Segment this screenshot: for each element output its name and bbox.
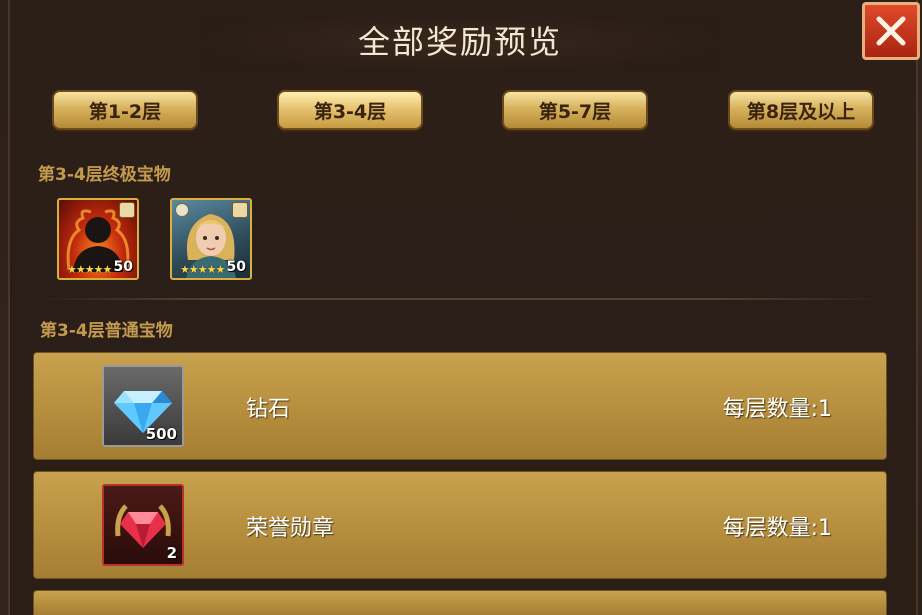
- tab-floor-3-4[interactable]: 第3-4层: [277, 90, 423, 130]
- item-count-per-floor: 每层数量:1: [722, 397, 832, 422]
- item-icon-box[interactable]: 500: [102, 365, 184, 447]
- reward-row-honor-medal: 2 荣誉勋章 每层数量:1: [33, 471, 887, 579]
- item-count-per-floor: 每层数量:1: [722, 516, 832, 541]
- hero-level: 50: [113, 259, 133, 275]
- item-icon-box[interactable]: 2: [102, 484, 184, 566]
- item-name: 荣誉勋章: [246, 516, 335, 541]
- ultimate-treasure-label: 第3-4层终极宝物: [38, 165, 171, 185]
- item-quantity: 500: [145, 425, 177, 443]
- close-icon: [876, 16, 906, 46]
- tab-floor-8-plus[interactable]: 第8层及以上: [728, 90, 874, 130]
- item-name: 钻石: [246, 397, 291, 422]
- star-rating: ★★★★★: [67, 263, 112, 276]
- star-rating: ★★★★★: [180, 263, 225, 276]
- puzzle-piece-icon: [119, 202, 135, 218]
- section-divider: [40, 298, 882, 300]
- reward-row-diamond: 500 钻石 每层数量:1: [33, 352, 887, 460]
- crown-badge-icon: [175, 203, 189, 217]
- hero-card-silhouette[interactable]: ★★★★★ 50: [57, 198, 139, 280]
- page-title: 全部奖励预览: [200, 10, 720, 74]
- reward-row-partial: [33, 590, 887, 615]
- tab-floor-1-2[interactable]: 第1-2层: [52, 90, 198, 130]
- hero-level: 50: [226, 259, 246, 275]
- tab-floor-5-7[interactable]: 第5-7层: [502, 90, 648, 130]
- item-quantity: 2: [166, 544, 177, 562]
- floor-tabs: 第1-2层 第3-4层 第5-7层 第8层及以上: [0, 90, 922, 134]
- puzzle-piece-icon: [232, 202, 248, 218]
- close-button[interactable]: [862, 2, 920, 60]
- hero-card-female[interactable]: ★★★★★ 50: [170, 198, 252, 280]
- normal-treasure-label: 第3-4层普通宝物: [40, 321, 173, 341]
